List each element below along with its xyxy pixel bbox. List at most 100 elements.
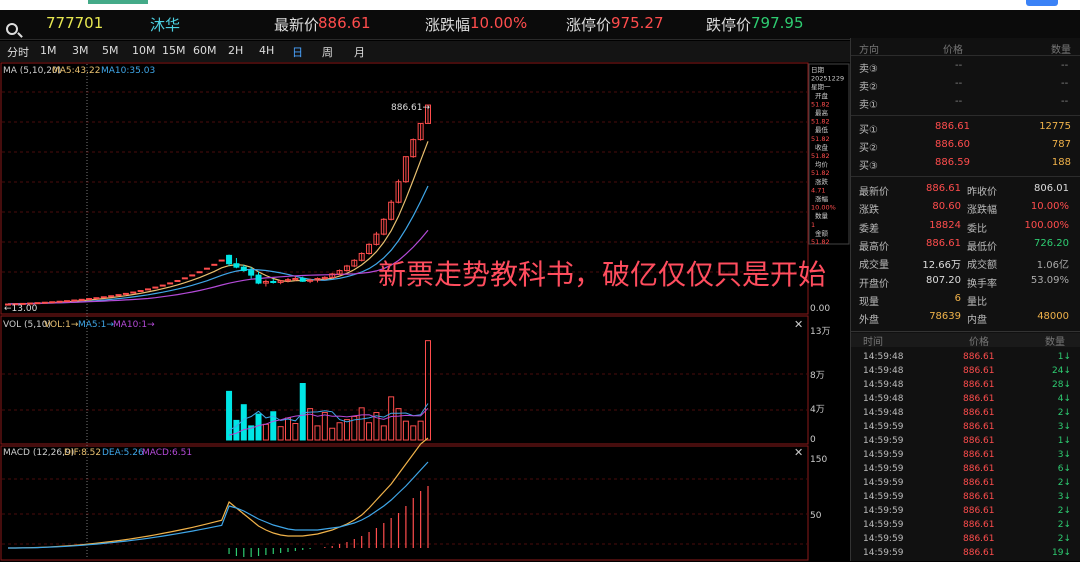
ma5-line — [7, 141, 429, 305]
limit-up-value: 975.27 — [611, 14, 664, 32]
stat-label1-4: 成交量 — [859, 260, 889, 272]
bid-label-0: 买① — [859, 125, 878, 136]
tick-price-12: 886.61 — [963, 520, 995, 531]
macd-legend-dif: DIF:8.52 — [64, 448, 101, 458]
volume-bar-54 — [402, 420, 409, 441]
vol-close-icon: ✕ — [794, 318, 803, 331]
period-1[interactable]: 1M — [40, 44, 57, 57]
period-0[interactable]: 分时 — [7, 44, 29, 60]
candle-33 — [248, 270, 255, 276]
candle-17 — [130, 291, 137, 294]
tick-qty-0: 1↓ — [1057, 352, 1071, 363]
volume-pane — [0, 315, 809, 445]
volume-bar-38 — [285, 417, 291, 441]
info-tag-1: 20251229 — [811, 75, 844, 83]
bid-qty-0: 12775 — [1039, 121, 1071, 132]
period-3[interactable]: 5M — [102, 44, 119, 57]
period-7[interactable]: 2H — [228, 44, 243, 57]
volume-bar-40 — [299, 383, 306, 441]
candle-11 — [86, 298, 93, 301]
stat-value1-6: 6 — [954, 292, 961, 304]
candle-5 — [41, 301, 48, 304]
stat-label1-5: 开盘价 — [859, 278, 889, 290]
period-4[interactable]: 10M — [132, 44, 156, 57]
candle-15 — [115, 294, 122, 297]
stat-value1-4: 12.66万 — [922, 260, 961, 272]
tick-time-11: 14:59:59 — [863, 506, 904, 517]
search-icon[interactable] — [6, 23, 18, 35]
period-6[interactable]: 60M — [193, 44, 217, 57]
ask-qty-1: -- — [1061, 78, 1069, 89]
vol-tick-2: 4万 — [810, 405, 825, 415]
tick-row-7: 14:59:59 886.61 3↓ — [851, 450, 1080, 464]
header-qty: 数量 — [1051, 45, 1071, 56]
info-tag-13: 涨跌 — [815, 177, 829, 186]
volume-bar-43 — [321, 412, 328, 441]
vol-tick-0: 13万 — [810, 327, 830, 337]
volume-bar-48 — [358, 407, 365, 441]
candle-21 — [159, 284, 166, 287]
ma20-line — [7, 229, 429, 305]
overlay-caption: 新票走势教科书，破亿仅仅只是开始 — [378, 258, 827, 291]
period-8[interactable]: 4H — [259, 44, 274, 57]
tick-row-3: 14:59:48 886.61 4↓ — [851, 394, 1080, 408]
header-side: 方向 — [859, 45, 879, 56]
bid-price-1: 886.60 — [935, 139, 970, 150]
period-9[interactable]: 日 — [292, 44, 303, 60]
period-5[interactable]: 15M — [162, 44, 186, 57]
ask-row-0: 卖③ -- -- — [851, 58, 1080, 76]
period-11[interactable]: 月 — [354, 44, 365, 60]
stat-value2-4: 1.06亿 — [1036, 260, 1069, 272]
window-action-button[interactable] — [1026, 0, 1058, 6]
candle-12 — [93, 297, 100, 300]
macd-legend-dea: DEA:5.26 — [102, 448, 144, 458]
limit-down-label: 跌停价 — [706, 16, 752, 34]
candle-7 — [56, 300, 63, 303]
volume-bar-44 — [329, 427, 336, 441]
info-tag-2: 星期一 — [811, 83, 831, 91]
period-10[interactable]: 周 — [322, 44, 333, 60]
tick-time-7: 14:59:59 — [863, 450, 904, 461]
tick-qty-6: 1↓ — [1057, 436, 1071, 447]
tick-price-10: 886.61 — [963, 492, 995, 503]
info-tag-16: 10.00% — [811, 204, 836, 212]
app-logo — [88, 0, 148, 4]
ma5-legend: MA5:43.22 — [52, 66, 100, 76]
tick-qty-12: 2↓ — [1057, 520, 1071, 531]
candle-20 — [152, 286, 159, 289]
ask-price-1: -- — [955, 78, 963, 89]
stat-value1-5: 807.20 — [926, 274, 961, 286]
candle-29 — [218, 259, 225, 262]
ask-qty-0: -- — [1061, 60, 1069, 71]
tick-time-14: 14:59:59 — [863, 548, 904, 559]
bid-label-1: 买② — [859, 143, 878, 154]
vol-legend-vol: VOL:1→ — [44, 320, 79, 330]
volume-bar-32 — [240, 404, 247, 441]
period-2[interactable]: 3M — [72, 44, 89, 57]
stat-row-5: 开盘价 807.20 换手率 53.09% — [851, 273, 1080, 291]
tick-qty-7: 3↓ — [1057, 450, 1071, 461]
tick-row-0: 14:59:48 886.61 1↓ — [851, 352, 1080, 366]
candle-14 — [108, 295, 115, 298]
ma10-legend: MA10:35.03 — [101, 66, 155, 76]
tick-time-12: 14:59:59 — [863, 520, 904, 531]
tick-qty-2: 28↓ — [1052, 380, 1071, 391]
candle-24 — [181, 277, 188, 280]
tick-qty-14: 19↓ — [1052, 548, 1071, 559]
change-label: 涨跌幅 — [425, 16, 471, 34]
tick-qty-4: 2↓ — [1057, 408, 1071, 419]
info-tag-12: 51.82 — [811, 169, 830, 177]
stat-label2-6: 量比 — [967, 296, 987, 308]
tick-row-2: 14:59:48 886.61 28↓ — [851, 380, 1080, 394]
price-axis-zero: 0.00 — [810, 304, 830, 314]
volume-bar-37 — [277, 426, 284, 441]
candle-27 — [203, 267, 210, 270]
stat-value1-3: 886.61 — [926, 237, 961, 249]
tick-row-10: 14:59:59 886.61 3↓ — [851, 492, 1080, 506]
ticks-header-qty: 数量 — [1045, 337, 1065, 349]
sep-1 — [851, 115, 1080, 116]
stat-label2-1: 涨跌幅 — [967, 205, 997, 217]
macd-legend-macd: MACD:6.51 — [142, 448, 192, 458]
tick-time-0: 14:59:48 — [863, 352, 904, 363]
tick-price-7: 886.61 — [963, 450, 995, 461]
